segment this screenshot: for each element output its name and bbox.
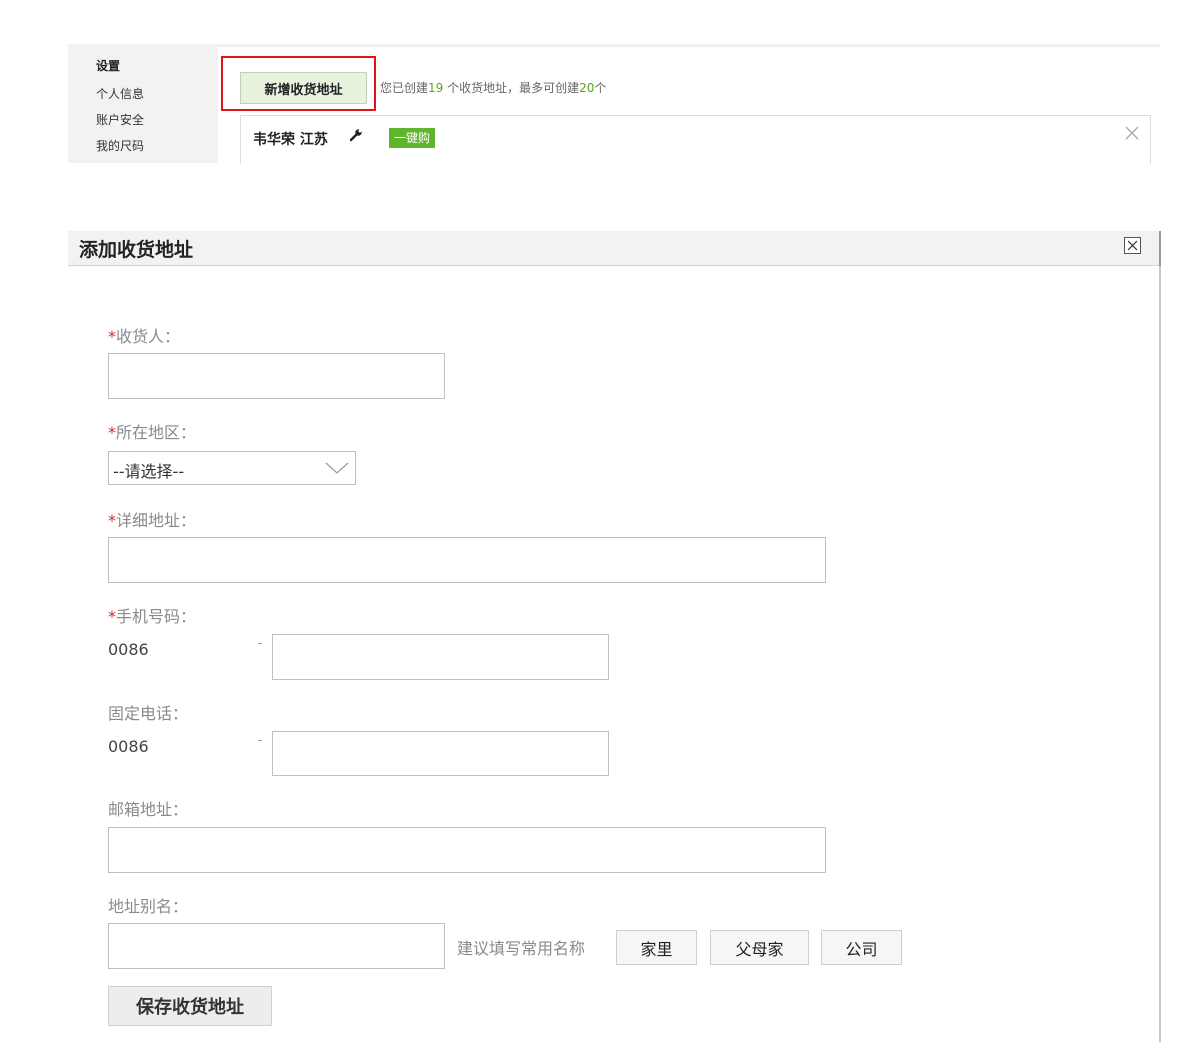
mobile-country-code: 0086 [108, 640, 149, 659]
one-click-buy-button[interactable]: 一键购 [389, 128, 436, 148]
modal-right-border [1159, 231, 1161, 1042]
receiver-input[interactable] [108, 353, 445, 399]
mobile-label: *手机号码： [108, 603, 196, 627]
mobile-input[interactable] [272, 634, 609, 680]
phone-label: 固定电话： [108, 700, 188, 724]
alias-input[interactable] [108, 923, 445, 969]
close-icon[interactable] [1124, 237, 1141, 254]
required-mark: * [108, 607, 116, 626]
address-count-text: 您已创建19 个收货地址，最多可创建20个 [380, 79, 606, 96]
sidebar-item-security[interactable]: 账户安全 [96, 111, 144, 128]
modal-edge-accent [1159, 231, 1161, 266]
mobile-dash: - [258, 636, 263, 650]
email-label-text: 邮箱地址： [108, 800, 189, 819]
wrench-icon[interactable] [349, 128, 363, 142]
alias-option-home[interactable]: 家里 [616, 930, 697, 965]
alias-label-text: 地址别名： [108, 897, 189, 916]
region-selected-value: --请选择-- [113, 462, 185, 481]
alias-option-parents[interactable]: 父母家 [710, 930, 809, 965]
count-suffix: 个 [594, 81, 607, 95]
phone-label-text: 固定电话： [108, 704, 189, 723]
email-label: 邮箱地址： [108, 796, 188, 820]
required-mark: * [108, 511, 116, 530]
email-input[interactable] [108, 827, 826, 873]
add-address-button[interactable]: 新增收货地址 [240, 72, 367, 104]
region-label-text: 所在地区： [116, 423, 197, 442]
detail-address-input[interactable] [108, 537, 826, 583]
required-mark: * [108, 327, 116, 346]
alias-option-company[interactable]: 公司 [821, 930, 902, 965]
chevron-down-icon [325, 462, 349, 474]
detail-label-text: 详细地址： [116, 511, 197, 530]
modal-title: 添加收货地址 [79, 239, 194, 261]
phone-input[interactable] [272, 731, 609, 776]
count-middle: 个收货地址，最多可创建 [443, 81, 580, 95]
required-mark: * [108, 423, 116, 442]
receiver-label: *收货人： [108, 323, 180, 347]
settings-sidebar: 设置 个人信息 账户安全 我的尺码 [68, 44, 218, 163]
sidebar-title: 设置 [96, 59, 121, 73]
region-select[interactable]: --请选择-- [108, 451, 356, 485]
sidebar-item-profile[interactable]: 个人信息 [96, 85, 144, 102]
phone-country-code: 0086 [108, 737, 149, 756]
detail-label: *详细地址： [108, 507, 196, 531]
sidebar-item-size[interactable]: 我的尺码 [96, 137, 144, 154]
alias-label: 地址别名： [108, 893, 188, 917]
address-management-panel: 设置 个人信息 账户安全 我的尺码 新增收货地址 您已创建19 个收货地址，最多… [68, 44, 1160, 164]
mobile-label-text: 手机号码： [116, 607, 197, 626]
close-icon[interactable] [1124, 125, 1140, 141]
receiver-label-text: 收货人： [116, 327, 181, 346]
phone-dash: - [258, 733, 263, 747]
modal-header: 添加收货地址 [68, 231, 1159, 266]
count-max: 20 [579, 81, 595, 95]
address-card: 韦华荣 江苏 一键购 [240, 115, 1151, 164]
save-address-button[interactable]: 保存收货地址 [108, 986, 272, 1026]
count-created: 19 [428, 81, 444, 95]
region-label: *所在地区： [108, 419, 196, 443]
address-name-region: 韦华荣 江苏 [253, 132, 328, 148]
panel-top-rule [218, 44, 1160, 47]
alias-hint: 建议填写常用名称 [457, 939, 586, 958]
count-prefix: 您已创建 [380, 81, 429, 95]
